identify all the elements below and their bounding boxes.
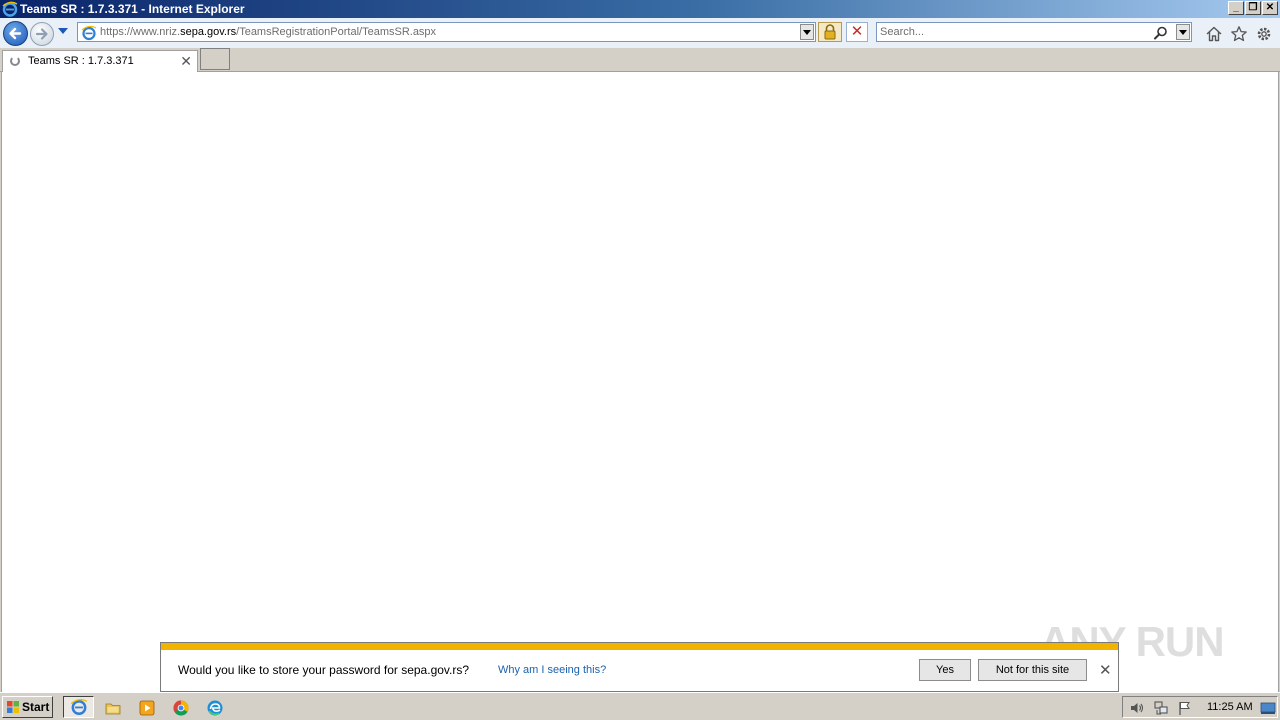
gear-icon[interactable] bbox=[1255, 25, 1273, 43]
notification-message: Would you like to store your password fo… bbox=[178, 663, 470, 677]
taskbar-clock[interactable]: 11:25 AM bbox=[1207, 701, 1253, 713]
chrome-icon[interactable] bbox=[172, 699, 190, 717]
loading-spinner-icon bbox=[10, 56, 20, 66]
notification-accent-bar bbox=[161, 643, 1118, 650]
taskbar: Start 11:25 AM bbox=[0, 692, 1280, 720]
tab-teams-sr[interactable]: Teams SR : 1.7.3.371 ✕ bbox=[2, 50, 198, 72]
stop-button[interactable]: ✕ bbox=[846, 22, 868, 42]
back-button[interactable] bbox=[3, 21, 28, 46]
internet-explorer-icon bbox=[2, 1, 18, 17]
notification-close-icon[interactable]: ✕ bbox=[1099, 661, 1112, 679]
start-label: Start bbox=[22, 700, 50, 714]
search-icon[interactable] bbox=[1153, 25, 1169, 41]
address-url[interactable]: https://www.nriz.sepa.gov.rs/TeamsRegist… bbox=[100, 26, 436, 38]
not-for-this-site-button[interactable]: Not for this site bbox=[978, 659, 1087, 681]
action-center-flag-icon[interactable] bbox=[1177, 700, 1193, 716]
page-ie-icon bbox=[81, 25, 97, 41]
lock-icon bbox=[824, 24, 836, 40]
favorites-star-icon[interactable] bbox=[1230, 25, 1248, 43]
window-title: Teams SR : 1.7.3.371 - Internet Explorer bbox=[20, 2, 245, 16]
internet-explorer-icon bbox=[70, 698, 88, 715]
minimize-button[interactable]: _ bbox=[1228, 1, 1244, 15]
tab-strip: Teams SR : 1.7.3.371 ✕ bbox=[0, 48, 1280, 72]
system-tray: 11:25 AM bbox=[1122, 696, 1278, 718]
url-domain: sepa.gov.rs bbox=[180, 26, 237, 38]
new-tab-button[interactable] bbox=[200, 48, 230, 70]
home-icon[interactable] bbox=[1205, 25, 1223, 43]
url-path: /TeamsRegistrationPortal/TeamsSR.aspx bbox=[236, 26, 437, 38]
back-arrow-icon bbox=[9, 27, 22, 40]
address-bar[interactable]: https://www.nriz.sepa.gov.rs/TeamsRegist… bbox=[77, 22, 816, 42]
search-input[interactable] bbox=[880, 25, 1150, 39]
show-desktop-icon[interactable] bbox=[1260, 700, 1276, 716]
why-am-i-seeing-this-link[interactable]: Why am I seeing this? bbox=[498, 664, 606, 676]
forward-button[interactable] bbox=[30, 22, 54, 46]
taskbar-internet-explorer[interactable] bbox=[63, 696, 94, 718]
security-lock-button[interactable] bbox=[818, 22, 842, 42]
navigation-bar: https://www.nriz.sepa.gov.rs/TeamsRegist… bbox=[0, 18, 1280, 48]
start-button[interactable]: Start bbox=[2, 696, 53, 718]
window-titlebar[interactable]: Teams SR : 1.7.3.371 - Internet Explorer… bbox=[0, 0, 1280, 18]
tab-label: Teams SR : 1.7.3.371 bbox=[28, 55, 134, 67]
tab-close-icon[interactable]: ✕ bbox=[180, 53, 192, 70]
password-notification-bar: Would you like to store your password fo… bbox=[160, 642, 1119, 692]
page-content[interactable] bbox=[1, 72, 1279, 692]
media-player-icon[interactable] bbox=[138, 699, 156, 717]
restore-button[interactable]: ❐ bbox=[1245, 1, 1261, 15]
edge-icon[interactable] bbox=[206, 699, 224, 717]
url-prefix: https://www.nriz. bbox=[100, 26, 181, 38]
windows-flag-icon bbox=[7, 701, 19, 713]
network-icon[interactable] bbox=[1153, 700, 1169, 716]
address-dropdown-button[interactable] bbox=[800, 24, 814, 40]
file-explorer-icon[interactable] bbox=[104, 699, 122, 717]
search-dropdown-button[interactable] bbox=[1176, 24, 1190, 40]
close-window-button[interactable]: ✕ bbox=[1262, 1, 1278, 15]
search-box[interactable] bbox=[876, 22, 1192, 42]
history-dropdown-icon[interactable] bbox=[58, 28, 68, 34]
volume-icon[interactable] bbox=[1129, 700, 1145, 716]
forward-arrow-icon bbox=[35, 28, 48, 40]
yes-button[interactable]: Yes bbox=[919, 659, 971, 681]
